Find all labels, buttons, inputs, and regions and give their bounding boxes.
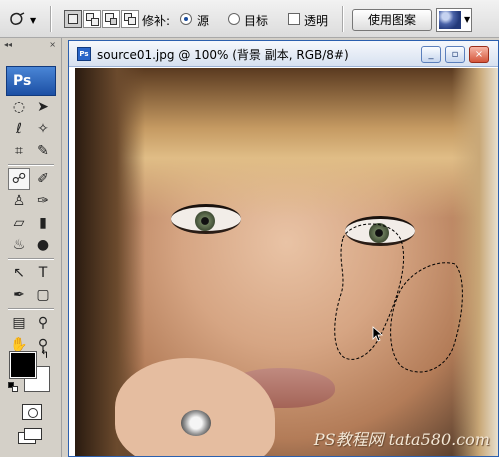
chevron-down-icon: ▼ [30,16,37,25]
source-radio-label: 源 [197,14,210,28]
pattern-swatch [439,11,461,29]
screen-mode-icon[interactable] [18,428,46,446]
lasso-icon[interactable]: ℓ [8,118,30,140]
document-titlebar[interactable]: Ps source01.jpg @ 100% (背景 副本, RGB/8#) _… [69,41,498,67]
add-to-selection-button[interactable] [83,10,101,28]
pattern-picker[interactable]: ▼ [436,8,472,32]
intersect-selection-button[interactable] [121,10,139,28]
magic-wand-icon[interactable]: ✧ [32,118,54,140]
slice-icon[interactable]: ✎ [32,140,54,162]
default-colors-icon[interactable] [8,382,18,392]
separator [342,6,344,32]
type-icon[interactable]: T [32,262,54,284]
quick-mask-icon[interactable] [22,404,42,420]
patch-label: 修补: [142,14,171,28]
close-button[interactable]: × [469,46,489,63]
close-icon: × [49,39,56,49]
crop-icon[interactable]: ⌗ [8,140,30,162]
pen-icon[interactable]: ✒ [8,284,30,306]
blur-icon[interactable]: ♨ [8,234,30,256]
patch-selection-outline[interactable] [75,68,498,456]
source-radio[interactable] [180,13,192,25]
restore-button[interactable]: ▫ [445,46,465,63]
notes-icon[interactable]: ▤ [8,312,30,334]
subtract-from-selection-button[interactable] [102,10,120,28]
separator [8,258,54,260]
selection-mode-group [64,10,139,28]
cursor-arrow-icon [372,326,384,342]
image-canvas[interactable]: PS教程网 tata580.com [75,68,498,456]
document-icon: Ps [77,47,91,61]
separator [50,6,52,32]
use-pattern-button[interactable]: 使用图案 [352,9,432,31]
separator [8,308,54,310]
ps-logo[interactable]: Ps [6,66,56,96]
toolbox: ◂◂ × Ps ◌ ➤ ℓ ✧ ⌗ ✎ ☍ ✐ ♙ ✑ ▱ ▮ ♨ ● ↖ T … [0,38,62,457]
shape-icon[interactable]: ▢ [32,284,54,306]
patch-tool-icon [10,12,25,25]
collapse-arrows-icon: ◂◂ [4,39,13,49]
history-brush-icon[interactable]: ✑ [32,190,54,212]
destination-radio[interactable] [228,13,240,25]
minimize-button[interactable]: _ [421,46,441,63]
dodge-icon[interactable]: ● [32,234,54,256]
tool-preset-picker[interactable]: ▼ [6,8,40,30]
patch-icon[interactable]: ☍ [8,168,30,190]
path-select-icon[interactable]: ↖ [8,262,30,284]
toolbox-grip[interactable]: ◂◂ × [4,39,56,49]
marquee-icon[interactable]: ◌ [8,96,30,118]
eyedropper-icon[interactable]: ⚲ [32,312,54,334]
watermark-text: PS教程网 tata580.com [313,430,490,449]
foreground-color-swatch[interactable] [9,351,37,379]
transparent-checkbox[interactable] [288,13,300,25]
destination-radio-label: 目标 [244,14,269,28]
eraser-icon[interactable]: ▱ [8,212,30,234]
gradient-icon[interactable]: ▮ [32,212,54,234]
chevron-down-icon: ▼ [464,15,471,24]
separator [8,164,54,166]
document-window: Ps source01.jpg @ 100% (背景 副本, RGB/8#) _… [68,40,499,457]
stamp-icon[interactable]: ♙ [8,190,30,212]
move-icon[interactable]: ➤ [32,96,54,118]
brush-icon[interactable]: ✐ [32,168,54,190]
transparent-checkbox-label: 透明 [304,14,329,28]
document-title: source01.jpg @ 100% (背景 副本, RGB/8#) [97,48,349,62]
swap-colors-icon[interactable]: ↰ [40,348,49,361]
new-selection-button[interactable] [64,10,82,28]
options-bar: ▼ 修补: 源 目标 透明 使用图案 ▼ [0,0,499,38]
